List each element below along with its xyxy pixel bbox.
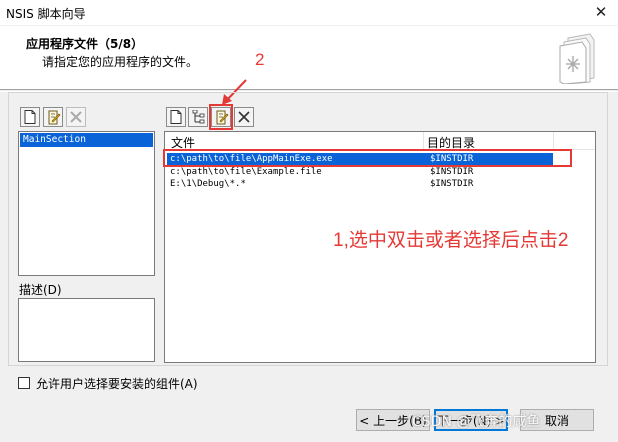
files-list-header: 文件 目的目录 [165, 132, 595, 150]
highlight-selected-file-row [163, 149, 572, 167]
file-path: c:\path\to\file\Example.file [170, 167, 322, 177]
section-item-mainsection[interactable]: MainSection [20, 133, 153, 147]
directory-tree-icon [192, 110, 205, 124]
watermark-text: CSDN @飞奔的咸鱼 [412, 414, 541, 430]
new-file-icon [170, 110, 182, 124]
annotation-step-1: 1,选中双击或者选择后点击2 [333, 230, 569, 251]
file-path: E:\1\Debug\*.* [170, 179, 246, 189]
edit-section-button[interactable] [43, 107, 63, 127]
description-box [18, 298, 155, 362]
file-destination: $INSTDIR [430, 167, 474, 177]
column-divider [423, 132, 424, 150]
delete-x-icon [70, 111, 82, 123]
description-label: 描述(D) [19, 283, 62, 297]
new-section-button[interactable] [20, 107, 40, 127]
wizard-header: 应用程序文件（5/8） 请指定您的应用程序的文件。 [0, 26, 618, 90]
column-divider [553, 132, 554, 150]
file-destination: $INSTDIR [430, 179, 474, 189]
installer-box-icon [559, 33, 595, 84]
close-icon[interactable]: ✕ [592, 3, 610, 21]
page-subtitle: 请指定您的应用程序的文件。 [42, 55, 199, 69]
title-bar: NSIS 脚本向导 ✕ [0, 0, 618, 26]
allow-select-components-checkbox[interactable] [18, 377, 30, 389]
edit-document-icon [48, 110, 60, 124]
delete-section-button[interactable] [66, 107, 86, 127]
add-directory-button[interactable] [188, 107, 208, 127]
file-row[interactable]: c:\path\to\file\Example.file $INSTDIR [167, 166, 553, 178]
window-title: NSIS 脚本向导 [6, 7, 86, 21]
new-document-icon [24, 110, 36, 124]
add-file-button[interactable] [166, 107, 186, 127]
file-row[interactable]: E:\1\Debug\*.* $INSTDIR [167, 178, 553, 190]
delete-file-button[interactable] [234, 107, 254, 127]
allow-select-components-option[interactable]: 允许用户选择要安装的组件(A) [18, 375, 198, 391]
highlight-edit-file-button [209, 104, 233, 130]
delete-x-icon [238, 111, 250, 123]
sections-list[interactable]: MainSection [18, 131, 155, 276]
allow-select-components-label: 允许用户选择要安装的组件(A) [36, 376, 198, 391]
annotation-step-2: 2 [255, 50, 265, 69]
page-title: 应用程序文件（5/8） [26, 37, 144, 51]
